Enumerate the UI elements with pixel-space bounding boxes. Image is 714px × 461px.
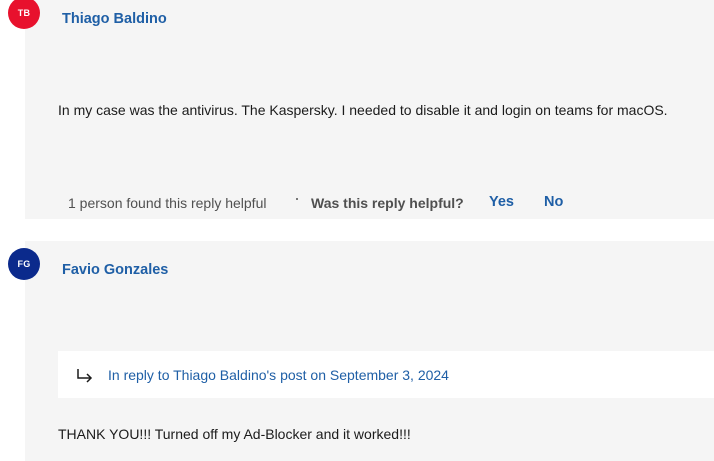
yes-button[interactable]: Yes [489, 194, 514, 210]
separator-dot [296, 198, 298, 200]
reply-reference: In reply to Thiago Baldino's post on Sep… [58, 351, 714, 398]
reply-body: In my case was the antivirus. The Kasper… [58, 102, 668, 118]
reply-arrow-icon [77, 368, 93, 383]
helpful-question: Was this reply helpful? [311, 195, 464, 211]
author-name[interactable]: Thiago Baldino [62, 11, 167, 27]
forum-thread: TB Thiago Baldino In my case was the ant… [0, 0, 714, 461]
in-reply-to-link[interactable]: In reply to Thiago Baldino's post on Sep… [108, 367, 449, 383]
helpful-count: 1 person found this reply helpful [68, 195, 267, 211]
reply-body: THANK YOU!!! Turned off my Ad-Blocker an… [58, 426, 411, 442]
no-button[interactable]: No [544, 194, 563, 210]
avatar[interactable]: FG [8, 248, 40, 280]
author-name[interactable]: Favio Gonzales [62, 262, 168, 278]
